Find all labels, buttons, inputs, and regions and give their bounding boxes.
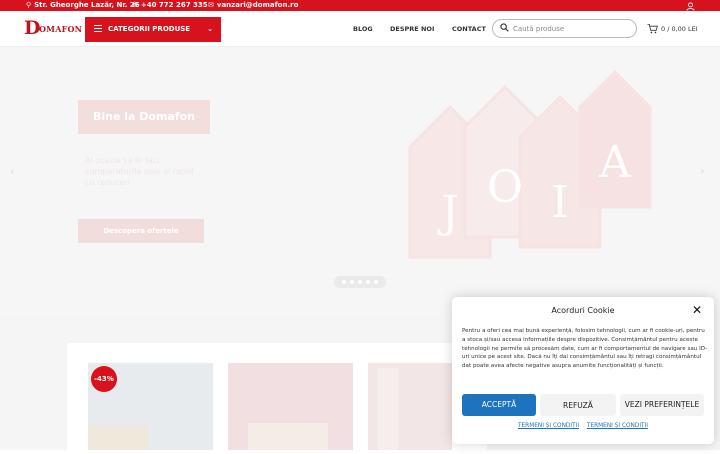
- hamburger-icon: [94, 25, 102, 33]
- logo-letter: D: [24, 17, 41, 39]
- categories-menu-button[interactable]: CATEGORII PRODUSE ⌄: [85, 17, 221, 42]
- view-preferences-button[interactable]: VEZI PREFERINȚELE: [620, 394, 704, 416]
- search-box[interactable]: [492, 19, 637, 38]
- product-card-2[interactable]: [228, 363, 353, 450]
- site-logo[interactable]: D OMAFON: [24, 17, 82, 39]
- close-icon[interactable]: ✕: [692, 304, 702, 316]
- refuse-cookies-button[interactable]: REFUZĂ: [540, 394, 616, 416]
- categories-label: CATEGORII PRODUSE: [108, 25, 191, 33]
- phone-icon: ✆: [132, 1, 138, 9]
- address-text: Str. Gheorghe Lazăr, Nr. 26: [34, 1, 140, 9]
- address-info: ⚲ Str. Gheorghe Lazăr, Nr. 26: [26, 0, 140, 11]
- slider-dot[interactable]: [366, 280, 370, 284]
- gift-tag-letter-j: J: [437, 187, 459, 238]
- slider-dot[interactable]: [342, 280, 346, 284]
- hero-slider: J O I A Bine la Domafon Ai ocazia sa iti…: [0, 47, 720, 317]
- product-image-3: [368, 363, 452, 450]
- slider-dot[interactable]: [374, 280, 378, 284]
- phone-info[interactable]: ✆ +40 772 267 335: [132, 0, 208, 11]
- envelope-icon: ✉: [208, 1, 214, 9]
- search-input[interactable]: [513, 22, 628, 35]
- cart-count: 0: [661, 25, 666, 33]
- cookie-consent-dialog: Acorduri Cookie ✕ Pentru a oferi cea mai…: [452, 297, 714, 444]
- chevron-down-icon: ⌄: [207, 25, 213, 33]
- slider-dot[interactable]: [358, 280, 362, 284]
- slider-next-icon[interactable]: ›: [700, 164, 705, 178]
- nav-blog[interactable]: BLOG: [353, 11, 373, 47]
- cookie-body-text: Pentru a oferi cea mai bună experiență, …: [462, 328, 708, 370]
- slider-dot[interactable]: [350, 280, 354, 284]
- accept-cookies-button[interactable]: ACCEPTĂ: [462, 394, 536, 416]
- location-pin-icon: ⚲: [26, 1, 32, 9]
- hero-gift-tags-image: J O I A: [408, 69, 652, 259]
- search-icon[interactable]: [500, 23, 509, 32]
- gift-tag-letter-o: O: [487, 162, 523, 213]
- shopping-cart-icon[interactable]: [647, 23, 658, 34]
- phone-text[interactable]: +40 772 267 335: [141, 1, 208, 9]
- discount-badge: -43%: [91, 366, 117, 392]
- terms-link-2[interactable]: TERMENI ȘI CONDIȚII: [587, 423, 648, 429]
- hero-paragraph: Ai ocazia sa iti faci cumparaturile usor…: [85, 156, 194, 187]
- slider-prev-icon[interactable]: ‹: [10, 164, 15, 178]
- top-bar: ⚲ Str. Gheorghe Lazăr, Nr. 26 ✆ +40 772 26…: [0, 0, 720, 11]
- logo-text: OMAFON: [39, 24, 83, 34]
- nav-contact[interactable]: CONTACT: [452, 11, 486, 47]
- slider-pagination: [334, 276, 386, 288]
- cart-total: 0,00 LEI: [671, 25, 698, 33]
- email-info[interactable]: ✉ vanzari@domafon.ro: [208, 0, 298, 11]
- cookie-links: TERMENI ȘI CONDIȚII TERMENI ȘI CONDIȚII: [452, 423, 714, 429]
- cookie-title: Acorduri Cookie: [551, 306, 615, 315]
- product-card-3[interactable]: [368, 363, 452, 450]
- hero-title: Bine la Domafon: [92, 110, 196, 123]
- gift-tag-letter-i: I: [551, 177, 568, 228]
- email-text[interactable]: vanzari@domafon.ro: [217, 1, 299, 9]
- main-header: D OMAFON CATEGORII PRODUSE ⌄ BLOG DESPRE…: [0, 11, 720, 47]
- hero-title-box: Bine la Domafon: [78, 100, 210, 134]
- hero-cta-button[interactable]: Descopera ofertele: [78, 219, 204, 243]
- terms-link-1[interactable]: TERMENI ȘI CONDIȚII: [518, 423, 579, 429]
- nav-despre-noi[interactable]: DESPRE NOI: [390, 11, 434, 47]
- product-image-2: [228, 363, 353, 450]
- user-account-icon[interactable]: [686, 2, 695, 11]
- gift-tag-letter-a: A: [598, 137, 632, 188]
